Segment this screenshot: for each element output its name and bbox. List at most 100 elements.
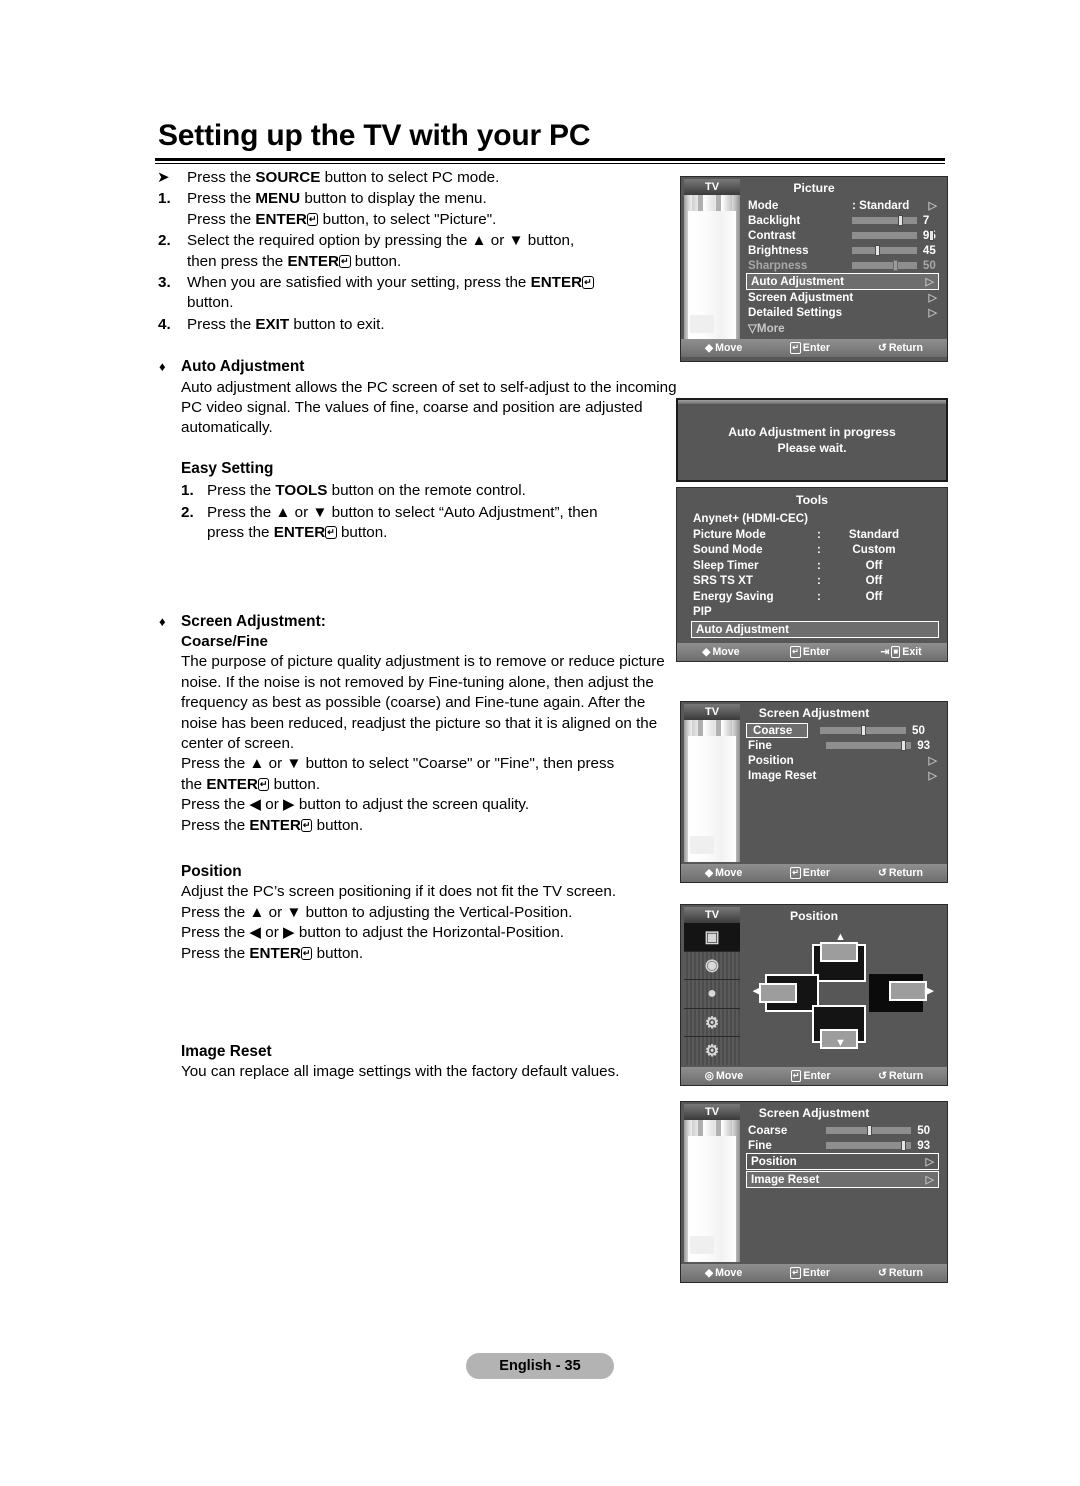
position-line-3: Press the ◀ or ▶ button to adjust the Ho… bbox=[181, 924, 564, 942]
sa-line-a1: Press the ▲ or ▼ button to select "Coars… bbox=[181, 755, 615, 773]
osd-row-number: 7 bbox=[922, 214, 930, 227]
osd-row-value: : Standard bbox=[852, 199, 910, 212]
tools-row-srs-ts-xt[interactable]: SRS TS XT : Off bbox=[677, 573, 947, 589]
enter-key-icon: ↵ bbox=[257, 777, 270, 791]
osd-row-sharpness[interactable]: Sharpness 50 bbox=[743, 258, 941, 273]
sound-icon[interactable]: ◉ bbox=[684, 952, 740, 981]
position-up-graphic[interactable] bbox=[812, 942, 866, 982]
easy-step-2-text-a: Press the ▲ or ▼ button to select “Auto … bbox=[207, 503, 598, 521]
chevron-right-icon: ▷ bbox=[925, 276, 934, 288]
step-1-text-f: button, to select "Picture". bbox=[318, 210, 497, 228]
tools-row-colon: : bbox=[817, 589, 821, 603]
sa-line-a2: the bbox=[181, 775, 207, 793]
osd-row-number: 50 bbox=[922, 259, 936, 272]
osd-row-screen-adjustment[interactable]: Screen Adjustment ▷ bbox=[743, 290, 941, 305]
easy-step-2-text-b: press the bbox=[207, 524, 274, 542]
osd-row-image-reset-selected[interactable]: Image Reset ▷ bbox=[746, 1171, 939, 1188]
screen-adjustment-line-b: Press the ◀ or ▶ button to adjust the sc… bbox=[181, 796, 530, 814]
fine-slider[interactable] bbox=[826, 740, 912, 751]
osd-row-coarse[interactable]: Coarse 50 bbox=[743, 1123, 941, 1138]
section-position: Position Adjust the PC’s screen position… bbox=[155, 862, 680, 964]
osd-row-brightness[interactable]: Brightness 45 bbox=[743, 243, 941, 258]
osd-row-fine[interactable]: Fine 93 bbox=[743, 738, 941, 753]
tools-row-picture-mode[interactable]: Picture Mode : Standard bbox=[677, 527, 947, 543]
enter-button-label: ENTER bbox=[273, 524, 326, 542]
setup-gear-icon[interactable]: ⚙ bbox=[684, 1009, 740, 1038]
osd-row-label: Mode bbox=[748, 199, 779, 212]
osd-row-mode[interactable]: Mode : Standard ▷ bbox=[743, 198, 941, 213]
tools-row-label: Sound Mode bbox=[693, 543, 763, 557]
step-3-text-a: When you are satisfied with your setting… bbox=[187, 274, 531, 292]
osd-row-coarse-selected[interactable]: Coarse 50 bbox=[743, 723, 941, 738]
osd-row-fine[interactable]: Fine 93 bbox=[743, 1138, 941, 1153]
osd-more-indicator[interactable]: ▽More bbox=[743, 320, 941, 335]
menu-button-label: MENU bbox=[255, 190, 301, 208]
osd-row-image-reset[interactable]: Image Reset ▷ bbox=[743, 768, 941, 783]
footer-exit: ⇥ ■ Exit bbox=[880, 645, 922, 658]
tools-row-sound-mode[interactable]: Sound Mode : Custom bbox=[677, 542, 947, 558]
position-right-graphic[interactable] bbox=[869, 974, 927, 1012]
osd-row-position-outlined[interactable]: Position ▷ bbox=[746, 1153, 939, 1170]
step-4: 4. Press the EXIT button to exit. bbox=[155, 315, 680, 335]
easy-setting-step-2: 2. Press the ▲ or ▼ button to select “Au… bbox=[181, 503, 680, 544]
tools-row-label: Sleep Timer bbox=[693, 558, 759, 572]
position-left-graphic[interactable] bbox=[759, 974, 819, 1012]
pos-line-4c: button. bbox=[312, 944, 364, 962]
osd-row-detailed-settings[interactable]: Detailed Settings ▷ bbox=[743, 305, 941, 320]
osd-row-position[interactable]: Position ▷ bbox=[743, 753, 941, 768]
tools-row-colon: : bbox=[817, 543, 821, 557]
backlight-slider[interactable] bbox=[852, 215, 917, 226]
screen-adjustment-heading: Screen Adjustment: bbox=[181, 612, 326, 630]
step-3: 3. When you are satisfied with your sett… bbox=[155, 273, 680, 314]
diamond-bullet-icon: ♦ bbox=[159, 359, 166, 375]
position-line-1: Adjust the PC’s screen positioning if it… bbox=[181, 883, 617, 901]
footer-move: ◆ Move bbox=[704, 867, 743, 879]
easy-setting-heading: Easy Setting bbox=[181, 459, 274, 477]
osd-row-number: 50 bbox=[917, 1124, 931, 1137]
easy-step-2-number: 2. bbox=[181, 503, 194, 521]
picture-icon[interactable]: ▣ bbox=[684, 923, 740, 952]
enter-button-label: ENTER bbox=[255, 210, 307, 228]
coarse-slider[interactable] bbox=[820, 725, 906, 736]
osd-row-contrast[interactable]: Contrast 95 bbox=[743, 228, 941, 243]
coarse-slider[interactable] bbox=[826, 1125, 912, 1136]
tools-row-anynet[interactable]: Anynet+ (HDMI-CEC) bbox=[677, 511, 947, 527]
osd-row-label: Contrast bbox=[748, 229, 796, 242]
coarse-fine-subheading: Coarse/Fine bbox=[181, 632, 268, 650]
sharpness-slider[interactable] bbox=[852, 260, 917, 271]
tools-row-colon: : bbox=[817, 527, 821, 541]
osd-footer-bar: ◆ Move ↵ Enter ↺ Return bbox=[681, 1264, 947, 1282]
tools-row-sleep-timer[interactable]: Sleep Timer : Off bbox=[677, 558, 947, 574]
footer-move: ◆ Move bbox=[704, 1267, 743, 1279]
step-1-text-c: button to display the menu. bbox=[300, 190, 487, 208]
osd-row-backlight[interactable]: Backlight 7 bbox=[743, 213, 941, 228]
chevron-right-icon: ▷ bbox=[928, 200, 937, 212]
fine-slider[interactable] bbox=[826, 1140, 912, 1151]
channel-dish-icon[interactable]: ● bbox=[684, 980, 740, 1009]
tools-row-energy-saving[interactable]: Energy Saving : Off bbox=[677, 589, 947, 605]
tools-row-pip[interactable]: PIP bbox=[677, 604, 947, 620]
osd-row-label: Auto Adjustment bbox=[751, 275, 844, 288]
tv-tab-label: TV bbox=[684, 704, 740, 720]
tools-row-value: Off bbox=[865, 574, 883, 588]
contrast-slider[interactable] bbox=[852, 230, 934, 241]
tools-row-auto-adjustment-selected[interactable]: Auto Adjustment bbox=[691, 620, 939, 638]
section-screen-adjustment: ♦ Screen Adjustment: Coarse/Fine The pur… bbox=[155, 612, 680, 836]
footer-enter: ↵ Enter bbox=[790, 645, 830, 658]
footer-move: ◆ Move bbox=[704, 342, 743, 354]
tools-row-value: Custom bbox=[852, 543, 896, 557]
arrow-right-icon: ▶ bbox=[925, 985, 934, 997]
osd-position-menu: TV ▣ ◉ ● ⚙ ⚙ Position ▲ ◀ ▶ ▼ ◎ Move ↵ Ent… bbox=[680, 904, 948, 1086]
sa-line-c3: button. bbox=[312, 816, 364, 834]
progress-line-1: Auto Adjustment in progress bbox=[728, 425, 896, 439]
osd-row-label: Image Reset bbox=[748, 769, 817, 782]
osd-row-auto-adjustment-selected[interactable]: Auto Adjustment ▷ bbox=[746, 273, 939, 290]
enter-key-icon: ↵ bbox=[338, 254, 351, 268]
brightness-slider[interactable] bbox=[852, 245, 917, 256]
enter-key-icon: ↵ bbox=[300, 946, 313, 960]
osd-row-label: Brightness bbox=[748, 244, 809, 257]
step-2-text-a: Select the required option by pressing t… bbox=[187, 232, 575, 250]
tools-row-colon: : bbox=[817, 574, 821, 588]
input-icon[interactable]: ⚙ bbox=[684, 1037, 740, 1065]
osd-screen-adjustment-menu-2: TV Screen Adjustment Coarse 50 Fine 93 P… bbox=[680, 1101, 948, 1283]
